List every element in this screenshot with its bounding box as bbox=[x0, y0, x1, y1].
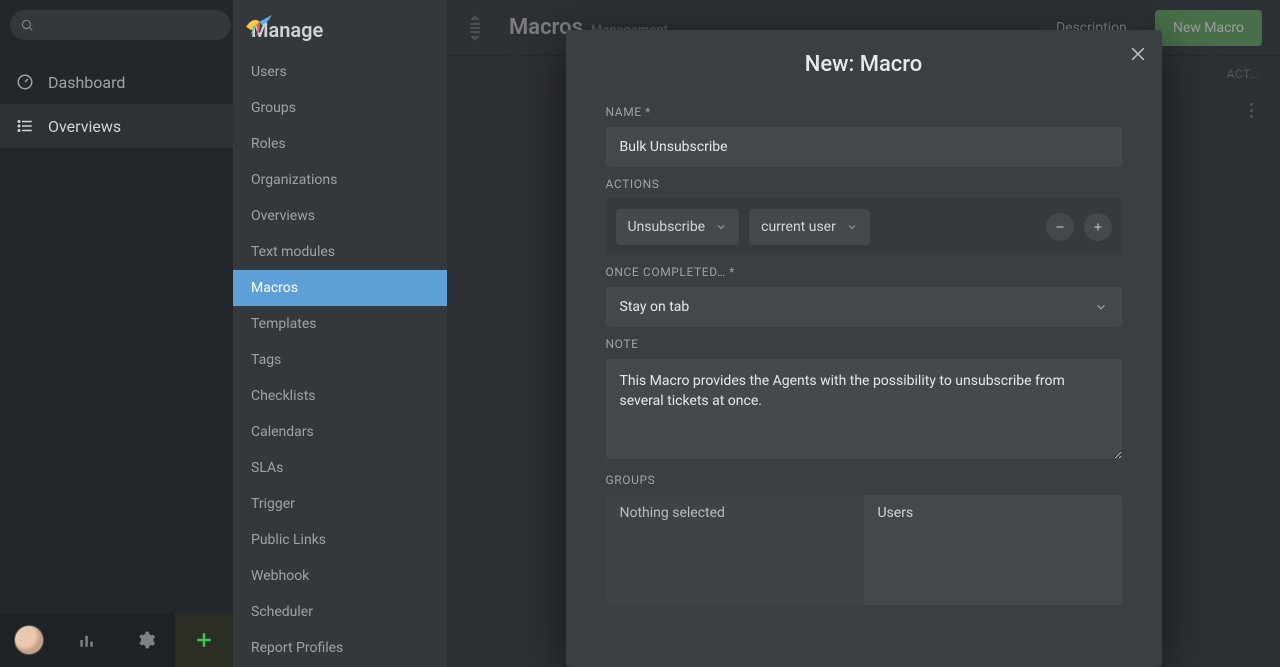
add-action-button[interactable] bbox=[1084, 213, 1112, 241]
manage-item-roles[interactable]: Roles bbox=[233, 126, 447, 162]
brand-logo bbox=[241, 8, 275, 42]
manage-item-macros[interactable]: Macros bbox=[233, 270, 447, 306]
manage-item-slas[interactable]: SLAs bbox=[233, 450, 447, 486]
manage-item-public-links[interactable]: Public Links bbox=[233, 522, 447, 558]
profile-avatar[interactable] bbox=[0, 613, 58, 667]
action-target-select[interactable]: current user bbox=[749, 209, 870, 245]
plus-icon bbox=[1092, 221, 1104, 233]
stats-button[interactable] bbox=[58, 613, 116, 667]
actions-row: Unsubscribe current user bbox=[606, 199, 1122, 255]
nav-item-label: Dashboard bbox=[48, 73, 125, 92]
note-textarea[interactable] bbox=[606, 359, 1122, 459]
new-macro-modal: New: Macro NAME * ACTIONS Unsubscribe cu… bbox=[566, 30, 1162, 667]
nav-bottom bbox=[0, 613, 233, 667]
note-label: NOTE bbox=[606, 337, 1122, 351]
list-icon bbox=[16, 117, 34, 135]
manage-sidebar: Manage UsersGroupsRolesOrganizationsOver… bbox=[233, 0, 447, 667]
manage-item-checklists[interactable]: Checklists bbox=[233, 378, 447, 414]
groups-label: GROUPS bbox=[606, 473, 1122, 487]
manage-item-text-modules[interactable]: Text modules bbox=[233, 234, 447, 270]
gauge-icon bbox=[16, 73, 34, 91]
groups-available-pane[interactable]: Nothing selected bbox=[606, 495, 864, 605]
close-icon bbox=[1128, 44, 1148, 64]
primary-nav: Dashboard Overviews bbox=[0, 0, 233, 667]
chip-label: current user bbox=[761, 219, 836, 235]
manage-item-templates[interactable]: Templates bbox=[233, 306, 447, 342]
manage-item-trigger[interactable]: Trigger bbox=[233, 486, 447, 522]
nav-top bbox=[0, 0, 233, 50]
settings-button[interactable] bbox=[117, 613, 175, 667]
manage-item-webhook[interactable]: Webhook bbox=[233, 558, 447, 594]
manage-list: UsersGroupsRolesOrganizationsOverviewsTe… bbox=[233, 54, 447, 666]
minus-icon bbox=[1054, 221, 1066, 233]
gear-icon bbox=[136, 630, 156, 650]
nav-item-dashboard[interactable]: Dashboard bbox=[0, 60, 233, 104]
groups-selected-pane[interactable]: Users bbox=[864, 495, 1122, 605]
chevron-down-icon bbox=[715, 221, 727, 233]
modal-title: New: Macro bbox=[566, 30, 1162, 95]
nav-items: Dashboard Overviews bbox=[0, 50, 233, 148]
once-label: ONCE COMPLETED… * bbox=[606, 265, 1122, 279]
name-input[interactable] bbox=[606, 127, 1122, 167]
actions-label: ACTIONS bbox=[606, 177, 1122, 191]
nav-item-label: Overviews bbox=[48, 117, 121, 136]
modal-body: NAME * ACTIONS Unsubscribe current user bbox=[566, 95, 1162, 625]
hummingbird-icon bbox=[241, 8, 275, 42]
once-completed-select[interactable]: Stay on tab bbox=[606, 287, 1122, 327]
groups-right-text: Users bbox=[878, 505, 914, 521]
manage-item-report-profiles[interactable]: Report Profiles bbox=[233, 630, 447, 666]
manage-item-groups[interactable]: Groups bbox=[233, 90, 447, 126]
avatar-icon bbox=[14, 625, 44, 655]
search-input[interactable] bbox=[10, 10, 231, 40]
chevron-down-icon bbox=[846, 221, 858, 233]
manage-item-overviews[interactable]: Overviews bbox=[233, 198, 447, 234]
manage-item-users[interactable]: Users bbox=[233, 54, 447, 90]
add-button[interactable] bbox=[175, 613, 233, 667]
chip-label: Unsubscribe bbox=[628, 219, 706, 235]
manage-item-scheduler[interactable]: Scheduler bbox=[233, 594, 447, 630]
chevron-down-icon bbox=[1094, 300, 1108, 314]
nav-item-overviews[interactable]: Overviews bbox=[0, 104, 233, 148]
main-content: Macros Management Description New Macro … bbox=[447, 0, 1280, 667]
manage-item-organizations[interactable]: Organizations bbox=[233, 162, 447, 198]
search-field[interactable] bbox=[40, 17, 221, 34]
groups-left-text: Nothing selected bbox=[620, 505, 725, 521]
action-type-select[interactable]: Unsubscribe bbox=[616, 209, 740, 245]
select-value: Stay on tab bbox=[620, 299, 690, 315]
search-icon bbox=[20, 18, 34, 32]
plus-icon bbox=[194, 630, 214, 650]
groups-dual-list: Nothing selected Users bbox=[606, 495, 1122, 605]
close-button[interactable] bbox=[1128, 44, 1148, 64]
bar-chart-icon bbox=[77, 630, 97, 650]
manage-item-tags[interactable]: Tags bbox=[233, 342, 447, 378]
manage-item-calendars[interactable]: Calendars bbox=[233, 414, 447, 450]
name-label: NAME * bbox=[606, 105, 1122, 119]
remove-action-button[interactable] bbox=[1046, 213, 1074, 241]
